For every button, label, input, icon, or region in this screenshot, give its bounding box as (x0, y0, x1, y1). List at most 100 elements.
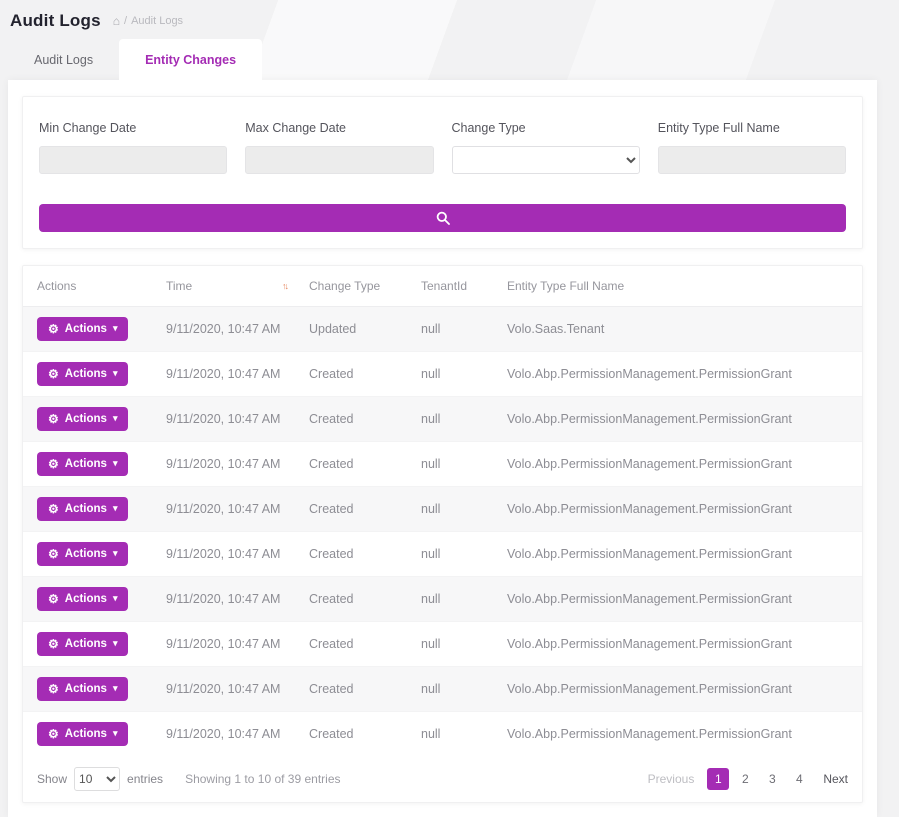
caret-down-icon: ▾ (112, 593, 118, 603)
caret-down-icon: ▾ (112, 503, 118, 513)
entity-type-cell: Volo.Abp.PermissionManagement.Permission… (497, 440, 862, 486)
actions-cell: ⚙ Actions ▾ (23, 350, 156, 396)
tenant-id-cell: null (411, 620, 497, 666)
search-button[interactable] (39, 204, 846, 232)
entity-type-cell: Volo.Abp.PermissionManagement.Permission… (497, 530, 862, 576)
show-label: Show (37, 772, 68, 786)
actions-button-label: Actions (64, 367, 107, 380)
row-actions-button[interactable]: ⚙ Actions ▾ (37, 361, 129, 386)
table-row: ⚙ Actions ▾ 9/11/2020, 10:47 AM Updated null V… (23, 306, 862, 351)
entity-type-cell: Volo.Abp.PermissionManagement.Permission… (497, 485, 862, 531)
filter-field-max-change-date: Max Change Date (245, 121, 434, 174)
row-actions-button[interactable]: ⚙ Actions ▾ (37, 451, 129, 476)
table-row: ⚙ Actions ▾ 9/11/2020, 10:47 AM Created null V… (23, 440, 862, 486)
search-icon (436, 211, 450, 225)
table-row: ⚙ Actions ▾ 9/11/2020, 10:47 AM Created null V… (23, 620, 862, 666)
tab-entity-changes[interactable]: Entity Changes (119, 39, 263, 80)
caret-down-icon: ▾ (112, 683, 118, 693)
pagination-page-2[interactable]: 2 (734, 768, 756, 790)
table-footer: Show 10 entries Showing 1 to 10 of 39 en… (23, 756, 862, 802)
actions-cell: ⚙ Actions ▾ (23, 620, 156, 666)
entries-label: entries (127, 772, 164, 786)
row-actions-button[interactable]: ⚙ Actions ▾ (37, 676, 129, 701)
entity-type-cell: Volo.Abp.PermissionManagement.Permission… (497, 395, 862, 441)
column-header-tenant-id[interactable]: TenantId (411, 266, 497, 307)
entity-type-full-name-input[interactable] (657, 146, 846, 174)
time-cell: 9/11/2020, 10:47 AM (156, 485, 299, 531)
row-actions-button[interactable]: ⚙ Actions ▾ (37, 406, 129, 431)
entity-type-cell: Volo.Abp.PermissionManagement.Permission… (497, 350, 862, 396)
actions-button-label: Actions (64, 637, 107, 650)
page-size-control: Show 10 entries (37, 767, 163, 791)
page: Audit Logs ⌂ / Audit Logs Audit Logs Ent… (0, 0, 899, 817)
tenant-id-cell: null (411, 395, 497, 441)
actions-cell: ⚙ Actions ▾ (23, 395, 156, 441)
actions-cell: ⚙ Actions ▾ (23, 306, 156, 351)
entity-type-cell: Volo.Abp.PermissionManagement.Permission… (497, 575, 862, 621)
time-cell: 9/11/2020, 10:47 AM (156, 530, 299, 576)
page-title: Audit Logs (10, 11, 101, 30)
tenant-id-cell: null (411, 485, 497, 531)
tab-audit-logs[interactable]: Audit Logs (8, 39, 119, 80)
row-actions-button[interactable]: ⚙ Actions ▾ (37, 316, 129, 341)
actions-cell: ⚙ Actions ▾ (23, 485, 156, 531)
time-cell: 9/11/2020, 10:47 AM (156, 395, 299, 441)
breadcrumb-current: Audit Logs (131, 15, 184, 27)
actions-cell: ⚙ Actions ▾ (23, 575, 156, 621)
column-header-time[interactable]: Time ↑↓ (156, 266, 299, 307)
min-change-date-input[interactable] (39, 146, 228, 174)
time-cell: 9/11/2020, 10:47 AM (156, 440, 299, 486)
change-type-cell: Created (299, 350, 411, 396)
row-actions-button[interactable]: ⚙ Actions ▾ (37, 496, 129, 521)
tenant-id-cell: null (421, 321, 441, 336)
actions-cell: ⚙ Actions ▾ (23, 710, 156, 756)
page-size-select[interactable]: 10 (74, 767, 121, 791)
actions-button-label: Actions (64, 502, 107, 515)
page-header: Audit Logs ⌂ / Audit Logs (0, 0, 899, 39)
gear-icon: ⚙ (48, 681, 59, 696)
filter-field-min-change-date: Min Change Date (39, 121, 228, 174)
pagination-page-3[interactable]: 3 (761, 768, 783, 790)
actions-cell: ⚙ Actions ▾ (23, 440, 156, 486)
time-cell: 9/11/2020, 10:47 AM (156, 575, 299, 621)
entity-type-full-name-label: Entity Type Full Name (657, 121, 780, 135)
table-row: ⚙ Actions ▾ 9/11/2020, 10:47 AM Created null V… (23, 710, 862, 756)
actions-button-label: Actions (64, 457, 107, 470)
column-header-entity-type[interactable]: Entity Type Full Name (497, 266, 862, 307)
table-row: ⚙ Actions ▾ 9/11/2020, 10:47 AM Created null V… (23, 485, 862, 531)
table-header-row: Actions Time ↑↓ Change Type TenantId Ent… (23, 266, 862, 307)
tenant-id-cell: null (411, 440, 497, 486)
row-actions-button[interactable]: ⚙ Actions ▾ (37, 721, 129, 746)
time-cell: 9/11/2020, 10:47 AM (156, 710, 299, 756)
pagination-page-4[interactable]: 4 (788, 768, 810, 790)
gear-icon: ⚙ (48, 366, 59, 381)
row-actions-button[interactable]: ⚙ Actions ▾ (37, 541, 129, 566)
row-actions-button[interactable]: ⚙ Actions ▾ (37, 586, 129, 611)
gear-icon: ⚙ (48, 411, 59, 426)
actions-button-label: Actions (64, 592, 107, 605)
max-change-date-label: Max Change Date (245, 121, 347, 135)
row-actions-button[interactable]: ⚙ Actions ▾ (37, 631, 129, 656)
actions-cell: ⚙ Actions ▾ (23, 530, 156, 576)
caret-down-icon: ▾ (112, 413, 118, 423)
caret-down-icon: ▾ (112, 728, 118, 739)
pagination-next[interactable]: Next (823, 772, 848, 786)
change-type-cell: Created (299, 665, 411, 711)
column-header-change-type[interactable]: Change Type (299, 266, 411, 307)
table-row: ⚙ Actions ▾ 9/11/2020, 10:47 AM Created null V… (23, 350, 862, 396)
pagination-previous[interactable]: Previous (648, 772, 695, 786)
entity-type-cell: Volo.Abp.PermissionManagement.Permission… (497, 665, 862, 711)
max-change-date-input[interactable] (245, 146, 434, 174)
min-change-date-label: Min Change Date (39, 121, 137, 135)
gear-icon: ⚙ (48, 321, 59, 336)
time-cell: 9/11/2020, 10:47 AM (156, 665, 299, 711)
actions-button-label: Actions (64, 412, 107, 425)
home-icon[interactable]: ⌂ (113, 14, 120, 28)
change-type-select[interactable] (451, 146, 640, 174)
pagination-page-1[interactable]: 1 (707, 768, 730, 790)
content-card: Min Change Date Max Change Date Change T… (8, 80, 877, 817)
sort-icon[interactable]: ↑↓ (282, 281, 289, 291)
caret-down-icon: ▾ (112, 368, 118, 378)
table-row: ⚙ Actions ▾ 9/11/2020, 10:47 AM Created null V… (23, 530, 862, 576)
change-type-label: Change Type (451, 121, 526, 135)
